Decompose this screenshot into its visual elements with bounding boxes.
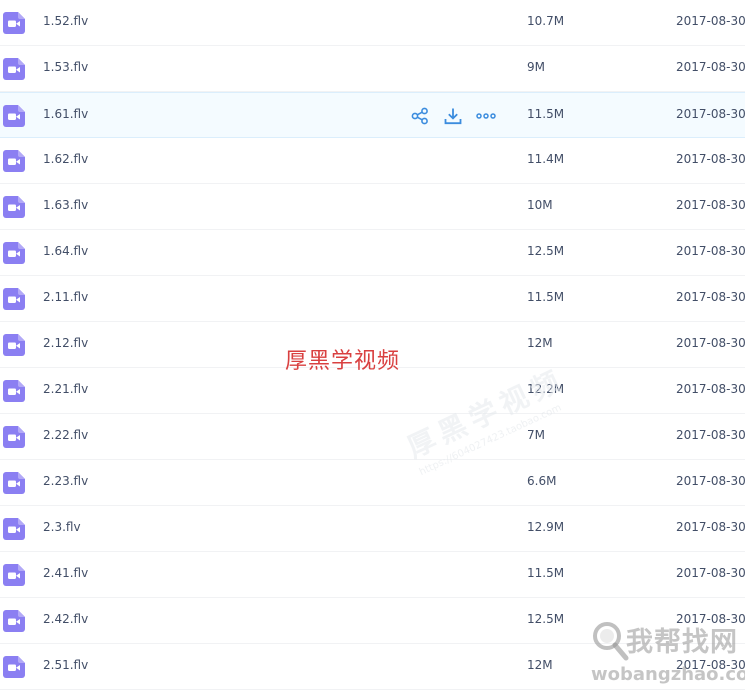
- video-file-icon: [3, 518, 25, 540]
- file-row[interactable]: 1.52.flv 10.7M 2017-08-30: [0, 0, 745, 46]
- file-date: 2017-08-30: [676, 60, 745, 74]
- file-list: 1.52.flv 10.7M 2017-08-30 1.53.flv 9M 2017-08…: [0, 0, 745, 690]
- file-size: 12.2M: [527, 382, 565, 396]
- file-size: 11.5M: [527, 107, 565, 121]
- download-icon[interactable]: [443, 106, 463, 126]
- file-size: 12M: [527, 658, 553, 672]
- file-row[interactable]: 1.63.flv 10M 2017-08-30: [0, 184, 745, 230]
- file-row[interactable]: 2.41.flv 11.5M 2017-08-30: [0, 552, 745, 598]
- file-size: 6.6M: [527, 474, 557, 488]
- video-file-icon: [3, 242, 25, 264]
- file-name[interactable]: 1.61.flv: [43, 107, 88, 121]
- file-date: 2017-08-30: [676, 566, 745, 580]
- video-file-icon: [3, 196, 25, 218]
- video-file-icon: [3, 12, 25, 34]
- video-file-icon: [3, 150, 25, 172]
- video-file-icon: [3, 472, 25, 494]
- file-name[interactable]: 2.51.flv: [43, 658, 88, 672]
- share-icon[interactable]: [410, 106, 430, 126]
- video-file-icon: [3, 380, 25, 402]
- file-date: 2017-08-30: [676, 290, 745, 304]
- video-file-icon: [3, 58, 25, 80]
- file-name[interactable]: 2.11.flv: [43, 290, 88, 304]
- file-name[interactable]: 2.12.flv: [43, 336, 88, 350]
- file-row[interactable]: 2.3.flv 12.9M 2017-08-30: [0, 506, 745, 552]
- video-file-icon: [3, 426, 25, 448]
- file-date: 2017-08-30: [676, 244, 745, 258]
- file-row[interactable]: 1.64.flv 12.5M 2017-08-30: [0, 230, 745, 276]
- file-row[interactable]: 2.51.flv 12M 2017-08-30: [0, 644, 745, 690]
- file-name[interactable]: 2.23.flv: [43, 474, 88, 488]
- file-name[interactable]: 1.63.flv: [43, 198, 88, 212]
- file-date: 2017-08-30: [676, 658, 745, 672]
- file-size: 10.7M: [527, 14, 565, 28]
- video-file-icon: [3, 334, 25, 356]
- file-row[interactable]: 1.61.flv 11.5M 2017-08-30: [0, 92, 745, 138]
- video-file-icon: [3, 564, 25, 586]
- file-row[interactable]: 2.42.flv 12.5M 2017-08-30: [0, 598, 745, 644]
- video-file-icon: [3, 610, 25, 632]
- file-date: 2017-08-30: [676, 336, 745, 350]
- file-size: 9M: [527, 60, 545, 74]
- file-row[interactable]: 2.23.flv 6.6M 2017-08-30: [0, 460, 745, 506]
- file-size: 11.5M: [527, 566, 565, 580]
- file-name[interactable]: 1.52.flv: [43, 14, 88, 28]
- file-date: 2017-08-30: [676, 474, 745, 488]
- video-file-icon: [3, 288, 25, 310]
- file-size: 12.5M: [527, 612, 565, 626]
- file-row[interactable]: 1.53.flv 9M 2017-08-30: [0, 46, 745, 92]
- file-size: 11.5M: [527, 290, 565, 304]
- file-name[interactable]: 2.22.flv: [43, 428, 88, 442]
- watermark-center-text: 厚黑学视频: [285, 349, 401, 374]
- file-name[interactable]: 1.62.flv: [43, 152, 88, 166]
- row-actions: [410, 106, 509, 126]
- file-date: 2017-08-30: [676, 612, 745, 626]
- file-date: 2017-08-30: [676, 152, 745, 166]
- video-file-icon: [3, 656, 25, 678]
- file-date: 2017-08-30: [676, 520, 745, 534]
- file-size: 11.4M: [527, 152, 565, 166]
- file-size: 12.9M: [527, 520, 565, 534]
- file-name[interactable]: 2.42.flv: [43, 612, 88, 626]
- file-date: 2017-08-30: [676, 198, 745, 212]
- file-name[interactable]: 1.53.flv: [43, 60, 88, 74]
- file-date: 2017-08-30: [676, 428, 745, 442]
- file-row[interactable]: 2.22.flv 7M 2017-08-30: [0, 414, 745, 460]
- file-name[interactable]: 2.21.flv: [43, 382, 88, 396]
- file-size: 12.5M: [527, 244, 565, 258]
- file-size: 7M: [527, 428, 545, 442]
- file-date: 2017-08-30: [676, 14, 745, 28]
- file-name[interactable]: 2.41.flv: [43, 566, 88, 580]
- video-file-icon: [3, 105, 25, 127]
- file-name[interactable]: 2.3.flv: [43, 520, 81, 534]
- file-row[interactable]: 2.11.flv 11.5M 2017-08-30: [0, 276, 745, 322]
- file-size: 10M: [527, 198, 553, 212]
- file-date: 2017-08-30: [676, 382, 745, 396]
- file-date: 2017-08-30: [676, 107, 745, 121]
- file-size: 12M: [527, 336, 553, 350]
- file-row[interactable]: 1.62.flv 11.4M 2017-08-30: [0, 138, 745, 184]
- more-icon[interactable]: [476, 106, 496, 126]
- file-name[interactable]: 1.64.flv: [43, 244, 88, 258]
